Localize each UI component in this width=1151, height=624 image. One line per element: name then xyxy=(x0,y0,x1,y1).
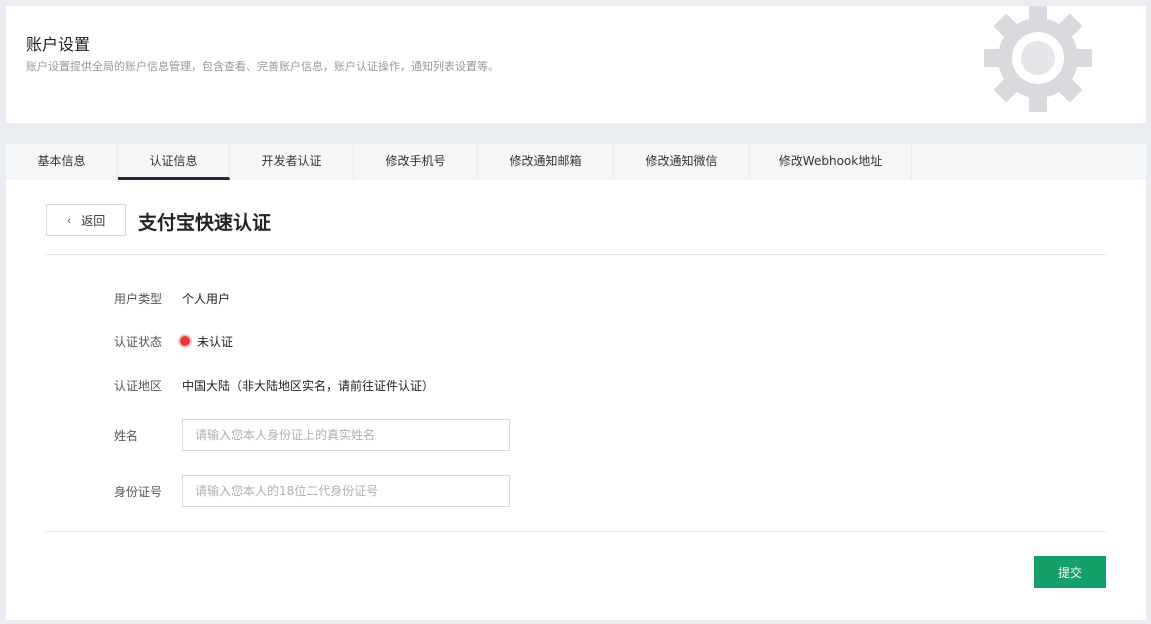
page-header-title: 账户设置 xyxy=(26,35,91,54)
tab-change-phone[interactable]: 修改手机号 xyxy=(354,144,478,180)
divider-bottom xyxy=(45,531,1106,532)
back-button-label: 返回 xyxy=(81,213,106,228)
gear-icon xyxy=(984,6,1092,112)
tab-developer-verification[interactable]: 开发者认证 xyxy=(230,144,354,180)
content-card: ‹ 返回 支付宝快速认证 用户类型 个人用户 认证状态 未认证 认证地区 中国大… xyxy=(6,180,1146,620)
back-button[interactable]: ‹ 返回 xyxy=(46,204,126,236)
id-number-input[interactable] xyxy=(182,475,510,507)
tab-change-webhook[interactable]: 修改Webhook地址 xyxy=(750,144,912,180)
tab-verification-info[interactable]: 认证信息 xyxy=(118,144,230,180)
status-badge: 未认证 xyxy=(197,335,234,349)
name-label: 姓名 xyxy=(114,429,139,443)
status-label: 认证状态 xyxy=(114,335,163,349)
region-label: 认证地区 xyxy=(114,379,163,393)
page-header-description: 账户设置提供全局的账户信息管理，包含查看、完善账户信息，账户认证操作，通知列表设… xyxy=(26,60,499,73)
tab-change-notification-email[interactable]: 修改通知邮箱 xyxy=(478,144,614,180)
tab-bar: 基本信息 认证信息 开发者认证 修改手机号 修改通知邮箱 修改通知微信 修改We… xyxy=(6,144,1146,180)
tab-basic-info[interactable]: 基本信息 xyxy=(6,144,118,180)
page-title: 支付宝快速认证 xyxy=(138,212,272,234)
name-input[interactable] xyxy=(182,419,510,451)
tab-change-notification-wechat[interactable]: 修改通知微信 xyxy=(614,144,750,180)
submit-button[interactable]: 提交 xyxy=(1034,556,1106,588)
region-value: 中国大陆（非大陆地区实名，请前往证件认证） xyxy=(182,379,435,393)
status-dot-icon xyxy=(180,336,190,346)
header-card: 账户设置 账户设置提供全局的账户信息管理，包含查看、完善账户信息，账户认证操作，… xyxy=(6,6,1146,123)
chevron-left-icon: ‹ xyxy=(66,213,72,227)
user-type-label: 用户类型 xyxy=(114,292,163,306)
user-type-value: 个人用户 xyxy=(182,292,231,306)
id-number-label: 身份证号 xyxy=(114,485,163,499)
divider-top xyxy=(45,254,1106,255)
